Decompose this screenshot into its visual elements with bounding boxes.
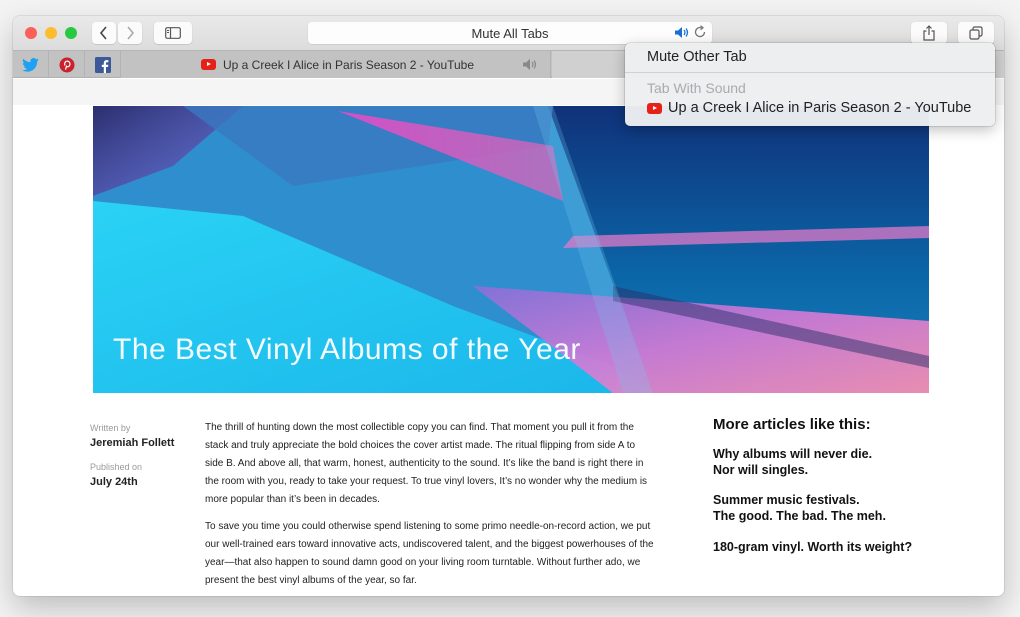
twitter-icon [22,57,39,72]
menu-separator [625,72,995,73]
related-article-link[interactable]: Why albums will never die. Nor will sing… [713,446,872,478]
close-window-button[interactable] [25,27,37,39]
tab-youtube[interactable]: Up a Creek I Alice in Paris Season 2 - Y… [121,51,551,78]
mute-other-tab-menu-item[interactable]: Mute Other Tab [647,49,747,65]
pinned-tab-pinterest[interactable] [49,51,85,78]
article-paragraph: To save you time you could otherwise spe… [205,521,654,586]
related-article-link[interactable]: 180-gram vinyl. Worth its weight? [713,539,912,555]
chevron-right-icon [127,26,135,40]
minimize-window-button[interactable] [45,27,57,39]
share-button[interactable] [911,22,947,44]
sidebar-icon [165,27,181,39]
mute-tabs-menu: Mute Other Tab Tab With Sound Up a Creek… [625,43,995,126]
sound-tab-menu-item[interactable]: Up a Creek I Alice in Paris Season 2 - Y… [647,100,971,116]
hero-title: The Best Vinyl Albums of the Year [113,333,581,366]
pinned-tab-facebook[interactable] [85,51,121,78]
more-articles-heading: More articles like this: [713,416,871,433]
article-paragraph: The thrill of hunting down the most coll… [205,422,648,505]
forward-button[interactable] [118,22,142,44]
tab-speaker-icon[interactable] [522,58,538,74]
hero-image: The Best Vinyl Albums of the Year [93,106,929,393]
youtube-icon [647,102,662,114]
zoom-window-button[interactable] [65,27,77,39]
facebook-icon [94,56,111,73]
reload-icon[interactable] [693,25,707,42]
sidebar-toggle-button[interactable] [154,22,192,44]
tab-overview-button[interactable] [958,22,994,44]
sound-tab-label: Up a Creek I Alice in Paris Season 2 - Y… [668,100,972,116]
published-date: July 24th [90,476,138,488]
back-button[interactable] [92,22,116,44]
author-name: Jeremiah Follett [90,437,175,449]
youtube-icon [201,59,216,70]
written-by-label: Written by [90,423,131,433]
tabs-icon [969,26,983,40]
address-bar-text: Mute All Tabs [471,25,549,41]
address-bar[interactable]: Mute All Tabs [308,22,712,44]
speaker-icon[interactable] [674,26,690,42]
published-label: Published on [90,462,143,472]
related-article-link[interactable]: Summer music festivals. The good. The ba… [713,492,886,524]
chevron-left-icon [99,26,107,40]
pinned-tab-twitter[interactable] [13,51,49,78]
tab-with-sound-header: Tab With Sound [647,80,746,96]
pinterest-icon [59,57,74,72]
tab-title: Up a Creek I Alice in Paris Season 2 - Y… [223,57,475,72]
page-content: The Best Vinyl Albums of the Year Writte… [13,79,1004,596]
share-icon [923,25,935,41]
